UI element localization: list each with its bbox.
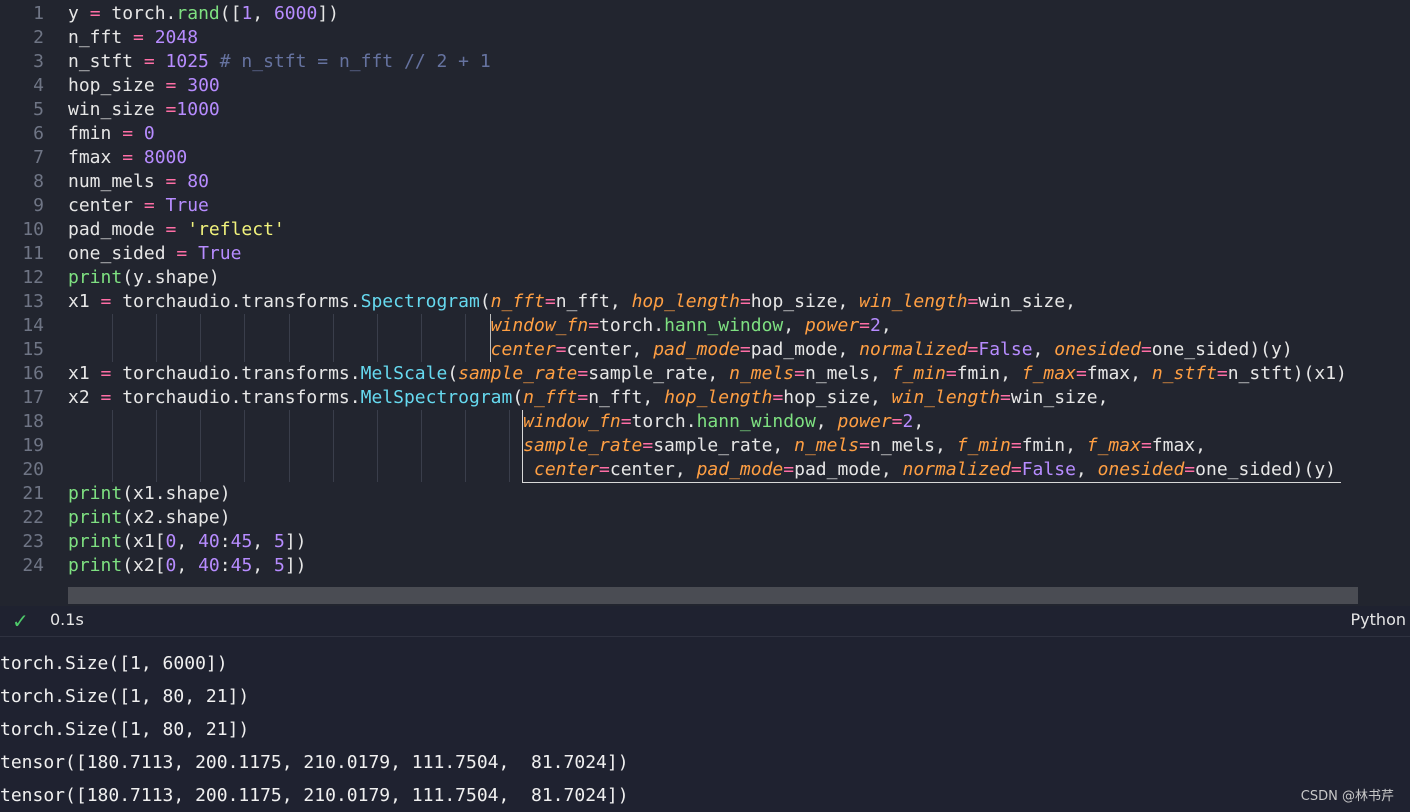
- line-number: 12: [22, 267, 44, 288]
- code-line[interactable]: 12 print(y.shape): [0, 266, 1410, 290]
- code-text[interactable]: window_fn=torch.hann_window, power=2,: [68, 314, 892, 338]
- code-line[interactable]: 6 fmin = 0: [0, 122, 1410, 146]
- language-selector[interactable]: Python: [1351, 610, 1406, 629]
- line-number: 5: [33, 99, 44, 120]
- code-text[interactable]: pad_mode = 'reflect': [68, 218, 285, 242]
- line-number: 16: [22, 363, 44, 384]
- code-text[interactable]: print(y.shape): [68, 266, 220, 290]
- output-line: tensor([180.7113, 200.1175, 210.0179, 11…: [0, 752, 629, 773]
- line-number: 21: [22, 483, 44, 504]
- execution-time: 0.1s: [50, 610, 84, 629]
- cell-output: torch.Size([1, 6000]) torch.Size([1, 80, …: [0, 637, 1410, 812]
- code-line[interactable]: 10 pad_mode = 'reflect': [0, 218, 1410, 242]
- line-number: 8: [33, 171, 44, 192]
- code-line[interactable]: 4 hop_size = 300: [0, 74, 1410, 98]
- code-line[interactable]: 2 n_fft = 2048: [0, 26, 1410, 50]
- line-number: 3: [33, 51, 44, 72]
- code-text[interactable]: sample_rate=sample_rate, n_mels=n_mels, …: [68, 434, 1206, 458]
- line-number: 1: [33, 3, 44, 24]
- line-number: 10: [22, 219, 44, 240]
- code-text[interactable]: fmin = 0: [68, 122, 155, 146]
- code-line[interactable]: 20 center=center, pad_mode=pad_mode, nor…: [0, 458, 1410, 482]
- line-number: 19: [22, 435, 44, 456]
- line-number: 20: [22, 459, 44, 480]
- code-line[interactable]: 19 sample_rate=sample_rate, n_mels=n_mel…: [0, 434, 1410, 458]
- code-text[interactable]: n_stft = 1025 # n_stft = n_fft // 2 + 1: [68, 50, 491, 74]
- code-line[interactable]: 9 center = True: [0, 194, 1410, 218]
- code-line[interactable]: 16 x1 = torchaudio.transforms.MelScale(sa…: [0, 362, 1410, 386]
- code-line[interactable]: 1 y = torch.rand([1, 6000]): [0, 2, 1410, 26]
- code-text[interactable]: print(x1[0, 40:45, 5]): [68, 530, 307, 554]
- output-line: torch.Size([1, 6000]): [0, 653, 228, 674]
- line-number: 2: [33, 27, 44, 48]
- code-line[interactable]: 17 x2 = torchaudio.transforms.MelSpectrog…: [0, 386, 1410, 410]
- line-number: 17: [22, 387, 44, 408]
- line-number: 18: [22, 411, 44, 432]
- code-text[interactable]: one_sided = True: [68, 242, 241, 266]
- output-line: torch.Size([1, 80, 21]): [0, 686, 250, 707]
- line-number: 23: [22, 531, 44, 552]
- line-number: 15: [22, 339, 44, 360]
- code-text[interactable]: n_fft = 2048: [68, 26, 198, 50]
- code-text[interactable]: x1 = torchaudio.transforms.MelScale(samp…: [68, 362, 1347, 386]
- code-line[interactable]: 14 window_fn=torch.hann_window, power=2,: [0, 314, 1410, 338]
- code-line[interactable]: 5 win_size =1000: [0, 98, 1410, 122]
- code-line[interactable]: 24 print(x2[0, 40:45, 5]): [0, 554, 1410, 578]
- code-line[interactable]: 21 print(x1.shape): [0, 482, 1410, 506]
- code-line[interactable]: 13 x1 = torchaudio.transforms.Spectrogram…: [0, 290, 1410, 314]
- code-text[interactable]: center=center, pad_mode=pad_mode, normal…: [68, 338, 1293, 362]
- check-icon: ✓: [12, 609, 29, 633]
- code-line[interactable]: 18 window_fn=torch.hann_window, power=2,: [0, 410, 1410, 434]
- line-number: 11: [22, 243, 44, 264]
- code-text[interactable]: window_fn=torch.hann_window, power=2,: [68, 410, 924, 434]
- code-text[interactable]: hop_size = 300: [68, 74, 220, 98]
- code-text[interactable]: win_size =1000: [68, 98, 220, 122]
- code-text[interactable]: y = torch.rand([1, 6000]): [68, 2, 339, 26]
- code-line[interactable]: 3 n_stft = 1025 # n_stft = n_fft // 2 + 1: [0, 50, 1410, 74]
- code-text[interactable]: x1 = torchaudio.transforms.Spectrogram(n…: [68, 290, 1076, 314]
- code-line[interactable]: 7 fmax = 8000: [0, 146, 1410, 170]
- code-text[interactable]: print(x1.shape): [68, 482, 231, 506]
- line-number: 4: [33, 75, 44, 96]
- code-text[interactable]: fmax = 8000: [68, 146, 187, 170]
- line-number: 13: [22, 291, 44, 312]
- cell-status-bar: ✓ 0.1s Python: [0, 606, 1410, 637]
- line-number: 6: [33, 123, 44, 144]
- line-number: 9: [33, 195, 44, 216]
- code-text[interactable]: print(x2[0, 40:45, 5]): [68, 554, 307, 578]
- code-editor[interactable]: 1y = torch.rand([1, 6000]) 2 n_fft = 2048 3…: [0, 0, 1410, 606]
- output-line: torch.Size([1, 80, 21]): [0, 719, 250, 740]
- code-text[interactable]: num_mels = 80: [68, 170, 209, 194]
- code-line[interactable]: 22 print(x2.shape): [0, 506, 1410, 530]
- watermark: CSDN @林书芹: [1300, 789, 1394, 804]
- code-text[interactable]: x2 = torchaudio.transforms.MelSpectrogra…: [68, 386, 1108, 410]
- line-number: 24: [22, 555, 44, 576]
- code-line[interactable]: 11 one_sided = True: [0, 242, 1410, 266]
- code-line[interactable]: 15 center=center, pad_mode=pad_mode, nor…: [0, 338, 1410, 362]
- code-text[interactable]: print(x2.shape): [68, 506, 231, 530]
- code-text[interactable]: center=center, pad_mode=pad_mode, normal…: [68, 458, 1336, 482]
- line-number: 14: [22, 315, 44, 336]
- horizontal-scrollbar[interactable]: [68, 587, 1358, 604]
- output-line: tensor([180.7113, 200.1175, 210.0179, 11…: [0, 785, 629, 806]
- line-number: 22: [22, 507, 44, 528]
- code-text[interactable]: center = True: [68, 194, 209, 218]
- code-line[interactable]: 8 num_mels = 80: [0, 170, 1410, 194]
- code-line[interactable]: 23 print(x1[0, 40:45, 5]): [0, 530, 1410, 554]
- line-number: 7: [33, 147, 44, 168]
